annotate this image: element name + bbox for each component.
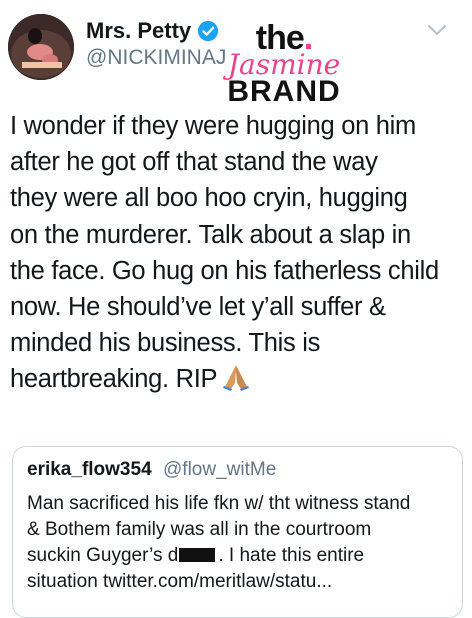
quoted-text-line[interactable]: situation twitter.com/meritlaw/statu... [27, 569, 457, 595]
tweet-text-line: after he got off that stand the way [10, 148, 378, 177]
watermark-brand: BRAND [227, 75, 341, 108]
quoted-tweet[interactable]: erika_flow354 @flow_witMe Man sacrificed… [12, 446, 463, 618]
tweet-text-line: minded his business. This is [10, 329, 321, 358]
avatar-photo [8, 14, 74, 80]
redaction-bar [179, 548, 216, 562]
quoted-text: Man sacrificed his life fkn w/ tht witne… [27, 491, 457, 595]
quoted-text-line: & Bothem family was all in the courtroom [27, 519, 372, 540]
tweet-text-line: on the murderer. Talk about a slap in [10, 220, 411, 249]
tweet-text-line: they were all boo hoo cryin, hugging [10, 184, 408, 213]
watermark-logo: the. Jasmine BRAND [214, 20, 354, 108]
tweet-text-line: the face. Go hug on his fatherless child [10, 256, 439, 285]
tweet-text-line: now. He should’ve let y’all suffer & [10, 293, 386, 322]
avatar[interactable] [8, 14, 74, 80]
handle[interactable]: @NICKIMINAJ [86, 46, 226, 70]
chevron-down-icon[interactable] [426, 22, 448, 38]
tweet-text-line: I wonder if they were hugging on him [10, 112, 416, 140]
folded-hands-icon [223, 365, 250, 392]
display-name[interactable]: Mrs. Petty [86, 18, 191, 44]
tweet-text-line: heartbreaking. RIP [10, 365, 218, 394]
tweet-text-line-last: heartbreaking. RIP [10, 361, 468, 397]
quoted-text-line: Man sacrificed his life fkn w/ tht witne… [27, 493, 411, 514]
tweet-text: I wonder if they were hugging on him aft… [10, 108, 468, 398]
quoted-display-name[interactable]: erika_flow354 [27, 459, 152, 481]
tweet-card: Mrs. Petty @NICKIMINAJ the. Jasmine BRAN… [0, 0, 472, 618]
quoted-handle[interactable]: @flow_witMe [163, 459, 276, 481]
quoted-text-line-redacted: suckin Guyger’s d. I hate this entire [27, 545, 365, 566]
